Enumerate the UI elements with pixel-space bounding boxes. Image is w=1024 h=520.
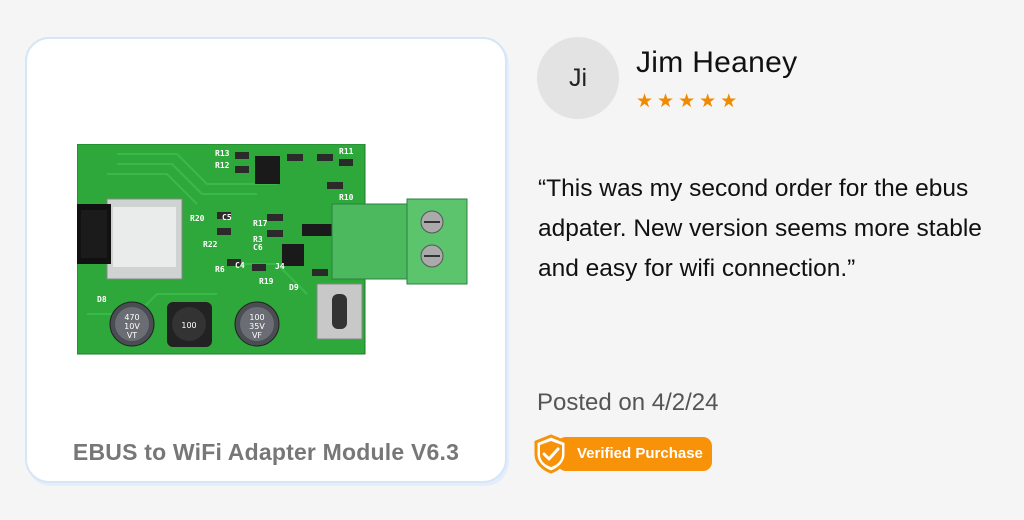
silk-r11: R11 bbox=[339, 147, 354, 156]
star-icon: ★ bbox=[699, 91, 717, 112]
silk-r22: R22 bbox=[203, 240, 218, 249]
rating-stars: ★ ★ ★ ★ ★ bbox=[636, 92, 737, 112]
silk-c5: C5 bbox=[222, 213, 232, 222]
silk-r6: R6 bbox=[215, 265, 225, 274]
silk-c4: C4 bbox=[235, 261, 245, 270]
verified-badge: Verified Purchase bbox=[533, 434, 712, 474]
silk-d8: D8 bbox=[97, 295, 107, 304]
silk-c6: C6 bbox=[253, 243, 263, 252]
star-icon: ★ bbox=[657, 91, 675, 112]
silk-r17: R17 bbox=[253, 219, 268, 228]
reviewer-name: Jim Heaney bbox=[636, 46, 798, 79]
silk-r12: R12 bbox=[215, 161, 230, 170]
silk-r13: R13 bbox=[215, 149, 230, 158]
product-card: R13 R12 R11 R10 R20 R22 C5 R17 R3 C6 R6 … bbox=[25, 37, 507, 483]
cap2-value: 100 bbox=[249, 313, 264, 322]
silk-d9: D9 bbox=[289, 283, 299, 292]
avatar-initials: Ji bbox=[568, 63, 588, 92]
product-image: R13 R12 R11 R10 R20 R22 C5 R17 R3 C6 R6 … bbox=[77, 144, 468, 355]
silk-r20: R20 bbox=[190, 214, 205, 223]
star-icon: ★ bbox=[678, 91, 696, 112]
product-name[interactable]: EBUS to WiFi Adapter Module V6.3 bbox=[27, 439, 505, 466]
star-icon: ★ bbox=[720, 91, 738, 112]
inductor-value: 100 bbox=[181, 321, 196, 330]
silk-j4: J4 bbox=[275, 262, 285, 271]
silk-r10: R10 bbox=[339, 193, 354, 202]
cap1-series: VT bbox=[127, 331, 137, 340]
cap1-value: 470 bbox=[124, 313, 139, 322]
posted-date: Posted on 4/2/24 bbox=[537, 389, 719, 416]
cap1-voltage: 10V bbox=[124, 322, 140, 331]
star-icon: ★ bbox=[636, 91, 654, 112]
avatar: Ji bbox=[537, 37, 619, 119]
review-text: “This was my second order for the ebus a… bbox=[538, 175, 982, 282]
silk-r19: R19 bbox=[259, 277, 274, 286]
cap2-series: VF bbox=[252, 331, 262, 340]
cap2-voltage: 35V bbox=[249, 322, 265, 331]
shield-check-icon bbox=[534, 434, 568, 474]
verified-label: Verified Purchase bbox=[557, 437, 712, 471]
